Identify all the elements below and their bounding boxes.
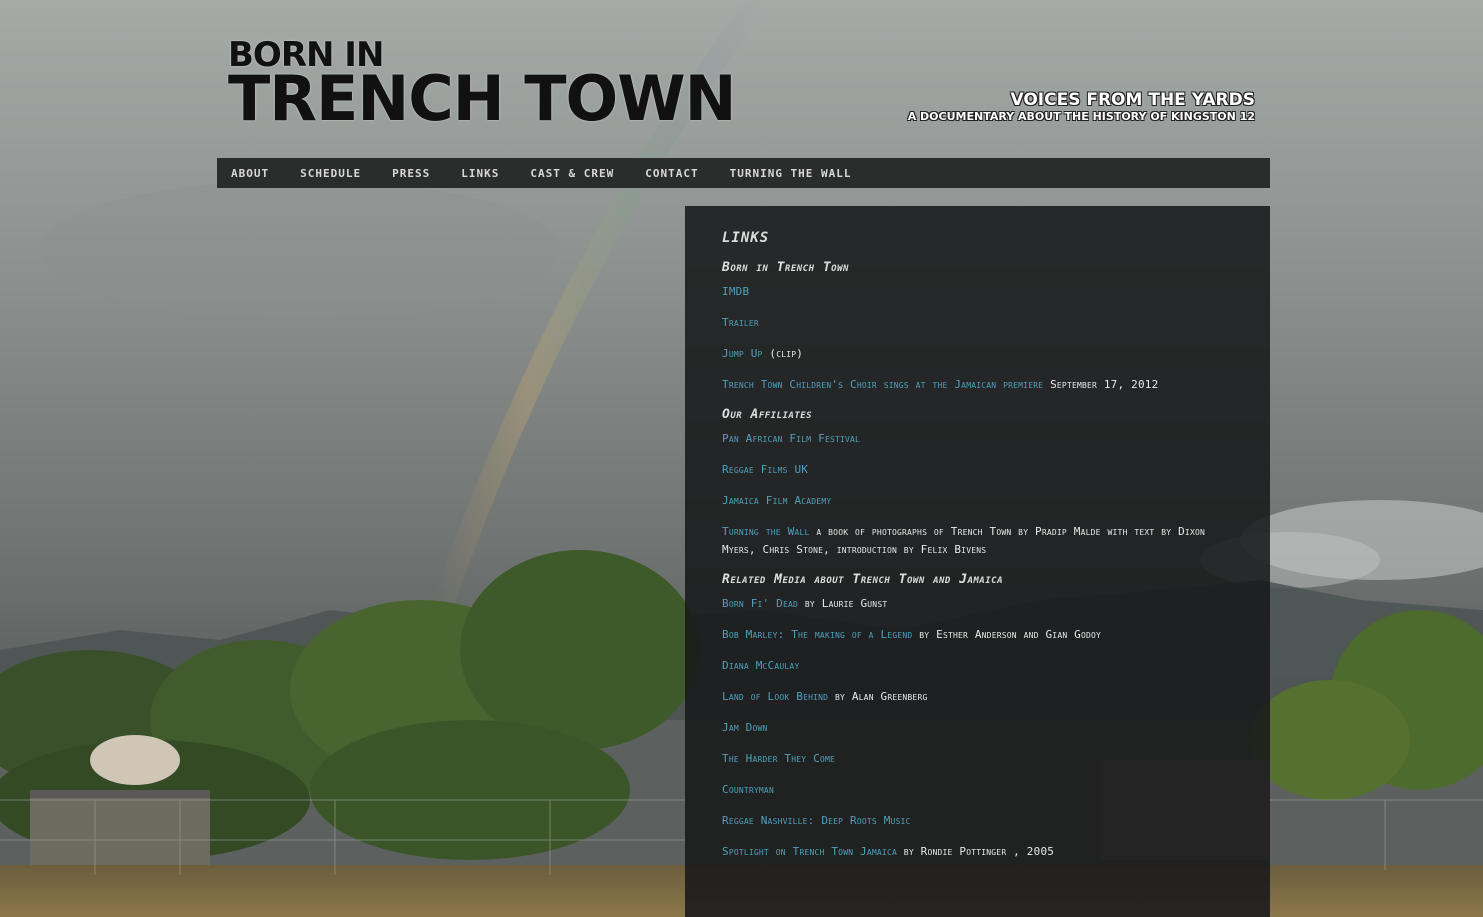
nav-about[interactable]: ABOUT <box>231 167 269 180</box>
nav-contact[interactable]: CONTACT <box>645 167 698 180</box>
link-jam-down[interactable]: Jam Down <box>722 721 768 734</box>
nav-cast-crew[interactable]: CAST & CREW <box>530 167 614 180</box>
list-item: Trench Town Children's Choir sings at th… <box>722 376 1236 394</box>
link-note: September 17, 2012 <box>1043 378 1159 391</box>
main-nav: ABOUT SCHEDULE PRESS LINKS CAST & CREW C… <box>217 158 1270 188</box>
link-bob-marley[interactable]: Bob Marley: The making of a Legend <box>722 628 912 641</box>
link-spotlight-trench-town[interactable]: Spotlight on Trench Town Jamaica <box>722 845 897 858</box>
nav-turning-the-wall[interactable]: TURNING THE WALL <box>730 167 852 180</box>
page-title: LINKS <box>722 230 770 246</box>
link-turning-the-wall[interactable]: Turning the Wall <box>722 525 810 538</box>
link-reggae-films-uk[interactable]: Reggae Films UK <box>722 463 808 476</box>
nav-schedule[interactable]: SCHEDULE <box>300 167 361 180</box>
list-item: Trailer <box>722 314 1236 332</box>
link-harder-they-come[interactable]: The Harder They Come <box>722 752 835 765</box>
list-item: Reggae Films UK <box>722 461 1236 479</box>
section-heading: Born in Trench Town <box>722 260 849 275</box>
list-item: Turning the Wall a book of photographs o… <box>722 523 1236 559</box>
site-tagline: VOICES FROM THE YARDS A DOCUMENTARY ABOU… <box>908 90 1255 124</box>
link-born-fi-dead[interactable]: Born Fi' Dead <box>722 597 798 610</box>
list-item: Jam Down <box>722 719 1236 737</box>
section-heading: Related Media about Trench Town and Jama… <box>722 572 1003 587</box>
list-item: Diana McCaulay <box>722 657 1236 675</box>
nav-links[interactable]: LINKS <box>461 167 499 180</box>
link-note: by Rondie Pottinger , 2005 <box>896 845 1055 858</box>
link-note: by Esther Anderson and Gian Godoy <box>912 628 1102 641</box>
list-item: Jamaica Film Academy <box>722 492 1236 510</box>
link-land-of-look-behind[interactable]: Land of Look Behind <box>722 690 828 703</box>
site: BORN IN TRENCH TOWN VOICES FROM THE YARD… <box>0 0 1483 917</box>
content-panel: LINKS Born in Trench Town IMDB Trailer J… <box>685 206 1270 917</box>
link-diana-mccaulay[interactable]: Diana McCaulay <box>722 659 799 672</box>
list-item: Pan African Film Festival <box>722 430 1236 448</box>
link-countryman[interactable]: Countryman <box>722 783 774 796</box>
list-item: Spotlight on Trench Town Jamaica by Rond… <box>722 843 1236 861</box>
list-item: Jump Up (clip) <box>722 345 1236 363</box>
link-choir-premiere[interactable]: Trench Town Children's Choir sings at th… <box>722 378 1043 391</box>
list-item: Countryman <box>722 781 1236 799</box>
list-item: Land of Look Behind by Alan Greenberg <box>722 688 1236 706</box>
link-note: (clip) <box>762 347 804 360</box>
link-reggae-nashville[interactable]: Reggae Nashville: Deep Roots Music <box>722 814 911 827</box>
nav-press[interactable]: PRESS <box>392 167 430 180</box>
tagline-main: VOICES FROM THE YARDS <box>1010 90 1255 110</box>
list-item: Born Fi' Dead by Laurie Gunst <box>722 595 1236 613</box>
link-note: by Laurie Gunst <box>798 597 888 610</box>
link-pan-african[interactable]: Pan African Film Festival <box>722 432 860 445</box>
link-trailer[interactable]: Trailer <box>722 316 759 329</box>
link-jamaica-film-academy[interactable]: Jamaica Film Academy <box>722 494 831 507</box>
link-jump-up[interactable]: Jump Up <box>722 347 763 360</box>
list-item: IMDB <box>722 283 1236 301</box>
list-item: Reggae Nashville: Deep Roots Music <box>722 812 1236 830</box>
list-item: Bob Marley: The making of a Legend by Es… <box>722 626 1236 644</box>
tagline-sub: A DOCUMENTARY ABOUT THE HISTORY OF KINGS… <box>907 110 1255 123</box>
link-note: by Alan Greenberg <box>828 690 928 703</box>
logo-line-2: TRENCH TOWN <box>228 62 737 135</box>
section-heading: Our Affiliates <box>722 407 813 422</box>
list-item: The Harder They Come <box>722 750 1236 768</box>
site-logo[interactable]: BORN IN TRENCH TOWN <box>228 38 737 135</box>
link-imdb[interactable]: IMDB <box>722 285 749 298</box>
